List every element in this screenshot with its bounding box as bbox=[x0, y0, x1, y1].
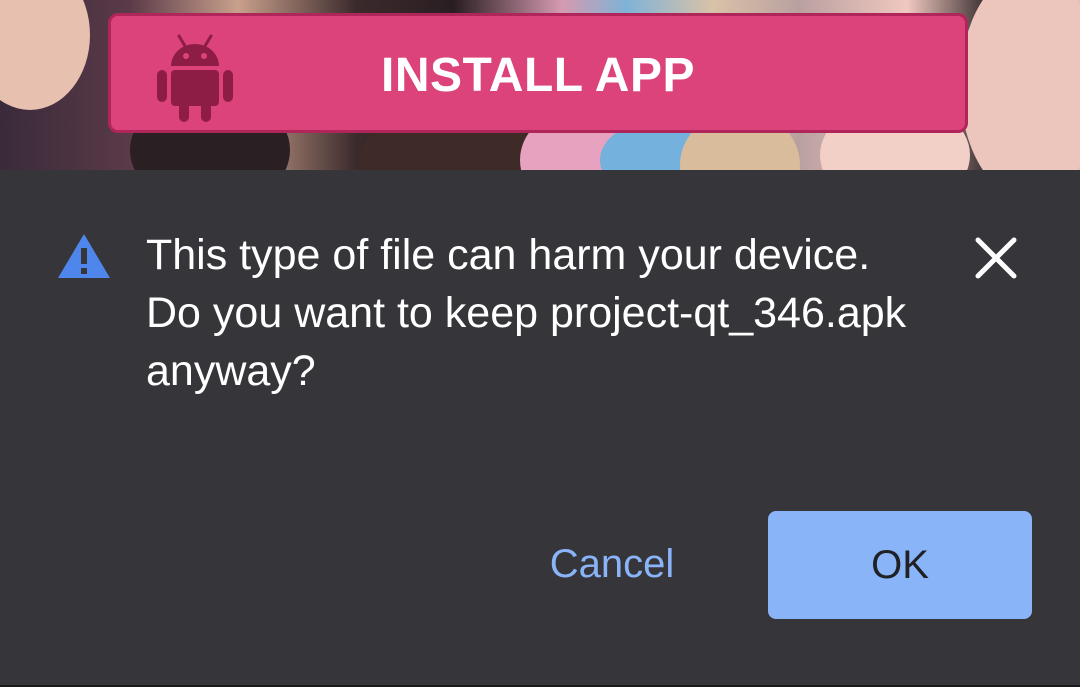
install-app-button[interactable]: INSTALL APP bbox=[108, 13, 968, 133]
artwork-shape bbox=[960, 0, 1080, 170]
warning-icon bbox=[58, 234, 110, 278]
install-app-label: INSTALL APP bbox=[381, 49, 695, 102]
artwork-shape bbox=[0, 0, 90, 110]
download-warning-dialog: This type of file can harm your device. … bbox=[0, 170, 1080, 687]
close-button[interactable] bbox=[964, 226, 1028, 290]
cancel-button[interactable]: Cancel bbox=[520, 512, 704, 616]
screen: INSTALL APP This type of file can harm y… bbox=[0, 0, 1080, 687]
ok-button[interactable]: OK bbox=[768, 511, 1032, 619]
warning-message: This type of file can harm your device. … bbox=[146, 231, 907, 395]
close-icon bbox=[975, 237, 1017, 279]
